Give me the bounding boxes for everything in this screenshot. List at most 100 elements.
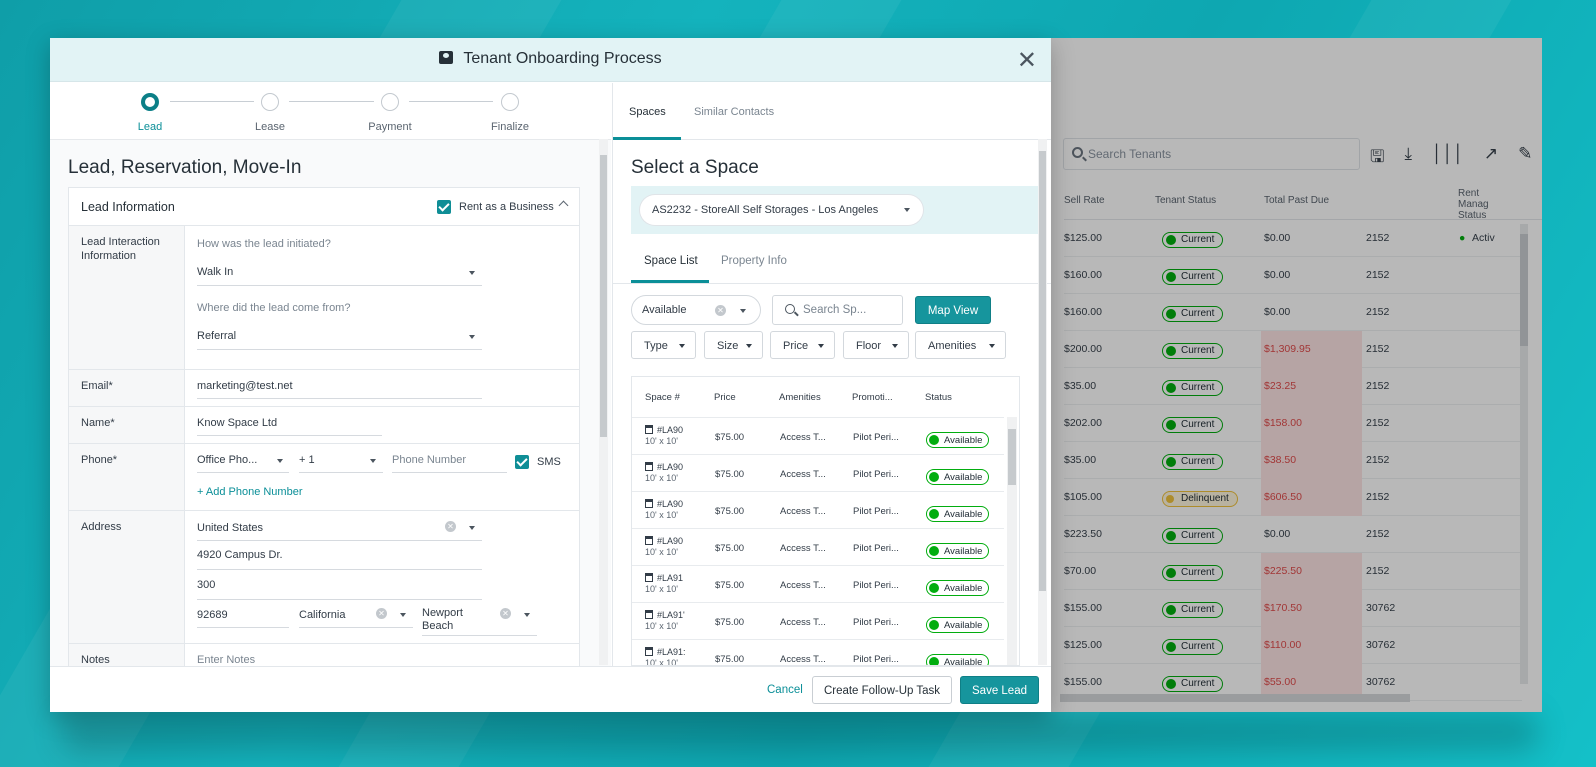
table-row[interactable]: #LA91' 10' x 10' $75.00 Access T... Pilot Pe… [632,602,1004,639]
step-lease[interactable]: Lease [235,93,305,133]
table-row[interactable]: #LA90 10' x 10' $75.00 Access T... Pilot Per… [632,528,1004,565]
amenities-cell: Access T... [780,506,826,517]
past-due-cell: $158.00 [1264,417,1302,429]
download-icon[interactable]: ⤓ [1404,144,1412,173]
field-label: Notes [69,644,185,666]
chevron-down-icon[interactable] [469,526,475,530]
filter-label: Size [717,340,739,352]
table-scrollbar[interactable] [1007,417,1017,665]
price-cell: $75.00 [715,580,745,591]
street-field[interactable]: 4920 Campus Dr. [197,549,283,561]
step-finalize[interactable]: Finalize [475,93,545,133]
storage-unit-icon [645,647,653,656]
promotion-cell: Pilot Peri... [853,469,899,480]
create-follow-up-task-button[interactable]: Create Follow-Up Task [812,676,952,704]
name-field[interactable]: Know Space Ltd [197,417,277,429]
filter-label: Price [783,340,809,352]
tenant-row: $202.00 Current $158.00 2152 [1064,405,1522,442]
tab-similar-contacts[interactable]: Similar Contacts [694,106,774,118]
left-pane-scrollbar[interactable] [599,139,608,665]
map-view-button[interactable]: Map View [915,296,991,324]
col-amenities: Amenities [779,392,821,403]
rent-as-business-checkbox[interactable] [437,200,451,214]
lead-initiated-select[interactable]: Walk In [197,266,233,278]
right-pane-scrollbar[interactable] [1038,139,1047,665]
city-select[interactable]: Newport Beach [422,607,482,633]
col-rent-mgmt-status: Rent Manag Status [1458,188,1489,221]
filter-amenities-button[interactable]: Amenities [915,331,1006,359]
search-placeholder: Search Tenants [1088,147,1172,161]
zip-field[interactable]: 92689 [197,609,228,621]
table-row[interactable]: #LA91 10' x 10' $75.00 Access T... Pilot Per… [632,565,1004,602]
chevron-down-icon[interactable] [469,335,475,339]
tab-spaces[interactable]: Spaces [629,106,666,118]
clear-icon[interactable]: ✕ [445,521,456,532]
sell-rate-cell: $35.00 [1064,454,1097,466]
page-title: Lead, Reservation, Move-In [68,157,302,178]
columns-icon[interactable]: │││ [1432,144,1464,173]
step-payment[interactable]: Payment [355,93,425,133]
tab-space-list[interactable]: Space List [644,255,698,267]
chevron-down-icon[interactable] [740,309,746,313]
tenant-row: $35.00 Current $38.50 2152 [1064,442,1522,479]
chevron-down-icon[interactable] [370,459,376,463]
card-header[interactable]: Lead Information Rent as a Business [69,188,579,226]
filter-price-button[interactable]: Price [770,331,835,359]
chevron-down-icon[interactable] [524,613,530,617]
phone-type-select[interactable]: Office Pho... [197,454,257,466]
chevron-down-icon[interactable] [469,271,475,275]
horizontal-scrollbar[interactable] [1060,694,1410,702]
tenant-row: $155.00 Current $170.50 30762 [1064,590,1522,627]
tenant-row: $125.00 Current $110.00 30762 [1064,627,1522,664]
table-row[interactable]: #LA90 10' x 10' $75.00 Access T... Pilot Per… [632,491,1004,528]
facility-select[interactable]: AS2232 - StoreAll Self Storages - Los An… [640,195,923,225]
search-tenants-input[interactable]: Search Tenants [1063,138,1360,170]
step-label: Payment [368,121,412,133]
step-label: Lead [137,121,163,133]
table-row[interactable]: #LA91: 10' x 10' $75.00 Access T... Pilot Pe… [632,639,1004,665]
promotion-cell: Pilot Peri... [853,580,899,591]
cancel-button[interactable]: Cancel [767,684,803,696]
select-space-title: Select a Space [631,157,759,178]
spaces-table: Space # Price Amenities Promoti... Statu… [631,376,1020,666]
lead-source-select[interactable]: Referral [197,330,236,342]
email-field[interactable]: marketing@test.net [197,380,293,392]
close-icon[interactable]: ✕ [1017,46,1037,75]
chevron-down-icon[interactable] [904,208,910,212]
table-row[interactable]: #LA90 10' x 10' $75.00 Access T... Pilot Per… [632,417,1004,454]
phone-number-input[interactable]: Phone Number [392,454,466,466]
state-select[interactable]: California [299,609,345,621]
amenities-cell: Access T... [780,432,826,443]
vertical-scrollbar[interactable] [1520,224,1528,684]
add-phone-link[interactable]: + Add Phone Number [197,486,303,498]
country-select[interactable]: United States [197,522,263,534]
clear-icon[interactable]: ✕ [715,305,726,316]
tab-property-info[interactable]: Property Info [721,255,787,267]
search-space-input[interactable]: Search Sp... [772,295,903,325]
toolbar: 🖫 ⤓ │││ ↗ ✎ [1370,144,1532,173]
notes-input[interactable]: Enter Notes [197,654,255,666]
filter-type-button[interactable]: Type [631,331,696,359]
save-lead-button[interactable]: Save Lead [960,676,1039,704]
amenities-cell: Access T... [780,617,826,628]
status-filter-select[interactable]: Available ✕ [631,295,761,325]
chevron-down-icon[interactable] [400,613,406,617]
filter-size-button[interactable]: Size [704,331,763,359]
past-due-cell: $606.50 [1264,491,1302,503]
price-cell: $75.00 [715,617,745,628]
country-code-select[interactable]: + 1 [299,454,315,466]
tenant-status-badge: Current [1162,232,1224,248]
sms-checkbox[interactable] [515,455,529,469]
clear-icon[interactable]: ✕ [500,608,511,619]
save-icon[interactable]: 🖫 [1370,144,1384,173]
table-row[interactable]: #LA90 10' x 10' $75.00 Access T... Pilot Per… [632,454,1004,491]
edit-icon[interactable]: ✎ [1518,144,1532,173]
clear-icon[interactable]: ✕ [376,608,387,619]
unit-field[interactable]: 300 [197,579,215,591]
chevron-down-icon[interactable] [277,459,283,463]
tenant-status-badge: Current [1162,380,1224,396]
export-icon[interactable]: ↗ [1484,144,1498,173]
filter-floor-button[interactable]: Floor [843,331,909,359]
step-lead[interactable]: Lead [115,93,185,133]
chevron-up-icon[interactable] [558,200,569,211]
